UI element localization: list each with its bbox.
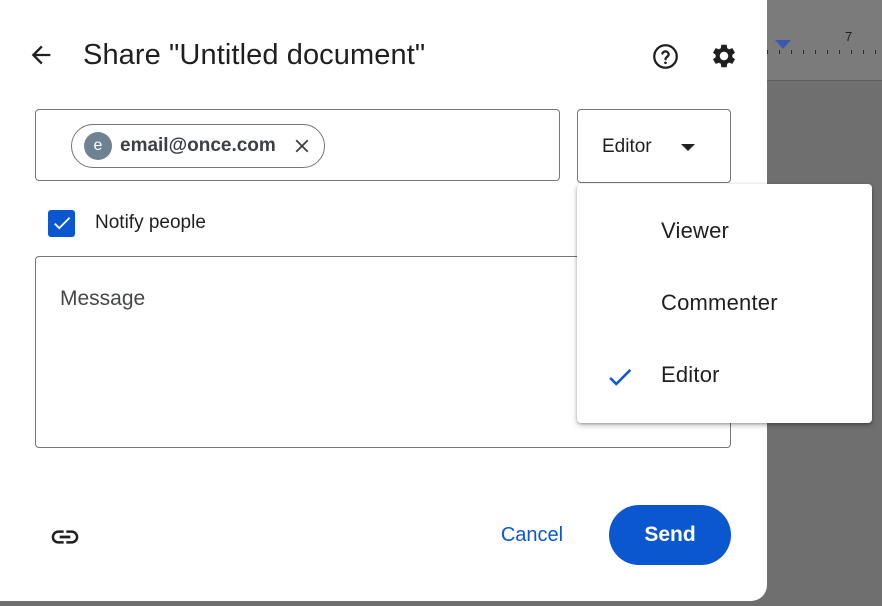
- copy-link-button[interactable]: [48, 520, 82, 554]
- role-dropdown-menu: Viewer Commenter Editor: [577, 184, 872, 423]
- notify-label: Notify people: [95, 212, 206, 233]
- menu-item-label: Editor: [661, 362, 720, 387]
- avatar: e: [84, 132, 112, 160]
- cancel-button[interactable]: Cancel: [478, 506, 586, 564]
- ruler-number: 7: [845, 29, 853, 44]
- menu-item-label: Viewer: [661, 218, 730, 243]
- caret-down-icon: [681, 144, 695, 151]
- menu-item-viewer[interactable]: Viewer: [577, 196, 872, 268]
- background-document-ruler: 7: [767, 0, 882, 81]
- recipients-input[interactable]: e email@once.com: [35, 109, 560, 181]
- link-icon: [51, 530, 79, 544]
- back-button[interactable]: [24, 38, 58, 72]
- notify-people-option[interactable]: Notify people: [48, 209, 206, 237]
- settings-button[interactable]: [708, 40, 740, 72]
- help-circle-icon: [652, 43, 678, 69]
- role-select[interactable]: Editor: [577, 109, 731, 183]
- send-button[interactable]: Send: [609, 505, 731, 565]
- help-button[interactable]: [649, 40, 681, 72]
- arrow-left-icon: [31, 45, 51, 65]
- close-icon: [295, 139, 309, 153]
- gear-icon: [713, 44, 735, 68]
- ruler-indent-marker[interactable]: [775, 40, 791, 49]
- role-select-value: Editor: [602, 136, 652, 157]
- check-icon: [609, 368, 632, 386]
- menu-item-commenter[interactable]: Commenter: [577, 268, 872, 340]
- notify-checkbox[interactable]: [48, 209, 75, 237]
- remove-recipient-button[interactable]: [290, 134, 314, 158]
- message-placeholder: Message: [60, 287, 146, 310]
- menu-item-label: Commenter: [661, 290, 778, 315]
- menu-item-editor[interactable]: Editor: [577, 340, 872, 412]
- recipient-chip[interactable]: e email@once.com: [71, 124, 325, 168]
- recipient-email: email@once.com: [120, 135, 276, 156]
- check-icon: [53, 217, 70, 230]
- dialog-title: Share "Untitled document": [83, 39, 426, 71]
- dialog-header: Share "Untitled document": [24, 32, 743, 84]
